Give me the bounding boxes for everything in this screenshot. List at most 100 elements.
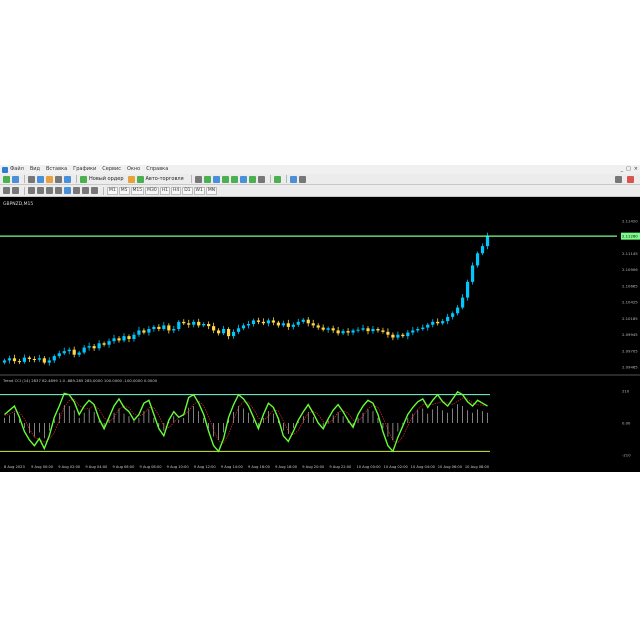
new-chart-icon[interactable] — [3, 175, 10, 183]
new-order-icon[interactable] — [80, 175, 87, 183]
candle-body — [391, 334, 395, 338]
candle-body — [321, 327, 325, 330]
cursor-icon[interactable] — [3, 187, 10, 194]
candle-body — [251, 320, 256, 324]
autoscroll-icon[interactable] — [248, 175, 256, 183]
candle-body — [371, 329, 375, 332]
candle-body — [192, 321, 196, 325]
fibo-icon[interactable] — [64, 187, 71, 194]
periods-icon[interactable] — [289, 175, 297, 183]
label-icon[interactable] — [82, 187, 89, 194]
zoom-in-icon[interactable] — [221, 175, 229, 183]
timeframe-m15[interactable]: M15 — [130, 186, 145, 195]
cci-tick-label: 210 — [622, 389, 630, 394]
menu-insert[interactable]: Вставка — [46, 165, 67, 174]
data-window-icon[interactable] — [37, 175, 44, 183]
candle-body — [276, 322, 280, 326]
new-order-button[interactable]: Новый ордер — [89, 176, 124, 182]
timeframe-m30[interactable]: M30 — [145, 186, 159, 195]
candle-body — [112, 338, 116, 342]
candle-body — [261, 321, 266, 324]
chart-area[interactable]: GBPNZD,M15 2.114202.113852.111452.109062… — [0, 197, 640, 472]
candle-body — [212, 326, 216, 331]
profiles-icon[interactable] — [12, 175, 19, 183]
time-tick-label: 9 Aug 10:00 — [167, 465, 190, 469]
candles-icon[interactable] — [203, 175, 211, 183]
bar-chart-icon[interactable] — [194, 175, 202, 183]
time-tick-label: 9 Aug 22:00 — [329, 465, 352, 469]
user-icon[interactable] — [627, 175, 634, 183]
candle-body — [411, 330, 415, 333]
cci-tick-label: 0.00 — [622, 421, 631, 426]
text-icon[interactable] — [73, 187, 80, 194]
time-tick-label: 9 Aug 06:00 — [112, 465, 135, 469]
candle-body — [122, 336, 126, 341]
candle-body — [336, 330, 340, 334]
crosshair-icon[interactable] — [12, 187, 19, 194]
templates-icon[interactable] — [298, 175, 306, 183]
menu-tools[interactable]: Сервис — [102, 165, 121, 174]
candle-body — [286, 323, 290, 327]
price-tick-label: 2.10906 — [622, 267, 638, 272]
tile-windows-icon[interactable] — [239, 175, 247, 183]
candle-body — [326, 328, 330, 330]
menu-view[interactable]: Вид — [30, 165, 40, 174]
candle-body — [301, 319, 305, 322]
candle-body — [7, 358, 12, 361]
candle-body — [172, 329, 176, 331]
timeframe-m5[interactable]: M5 — [118, 186, 130, 195]
candle-body — [2, 360, 7, 363]
search-icon[interactable] — [615, 175, 622, 183]
minimize-button[interactable]: _ — [621, 166, 624, 173]
auto-trading-button[interactable]: Авто-торговля — [146, 176, 184, 182]
zoom-out-icon[interactable] — [230, 175, 238, 183]
timeframe-w1[interactable]: W1 — [193, 186, 205, 195]
candle-body — [157, 326, 161, 329]
channel-icon[interactable] — [55, 187, 62, 194]
candle-body — [475, 253, 480, 266]
candle-body — [97, 343, 101, 349]
navigator-icon[interactable] — [46, 175, 53, 183]
window-controls: _ □ × — [621, 166, 638, 173]
arrows-icon[interactable] — [91, 187, 98, 194]
close-button[interactable]: × — [634, 166, 638, 173]
trendline-icon[interactable] — [46, 187, 53, 194]
candle-body — [485, 236, 490, 247]
metaeditor-icon[interactable] — [127, 175, 135, 183]
terminal-icon[interactable] — [55, 175, 62, 183]
candle-body — [401, 334, 405, 337]
candle-body — [17, 361, 22, 363]
tester-icon[interactable] — [64, 175, 71, 183]
indicator-label: Trend CCI (14) 2837 82.4899 1.0 -889.285… — [2, 378, 158, 383]
time-tick-label: 9 Aug 00:00 — [31, 465, 54, 469]
candle-body — [12, 358, 17, 362]
vertical-line-icon[interactable] — [28, 187, 35, 194]
timeframe-mn[interactable]: MN — [205, 186, 218, 195]
candle-body — [271, 320, 275, 323]
time-tick-label: 10 Aug 00:00 — [356, 465, 381, 469]
chart-shift-icon[interactable] — [257, 175, 265, 183]
time-tick-label: 10 Aug 02:00 — [384, 465, 409, 469]
maximize-button[interactable]: □ — [626, 166, 631, 173]
candle-body — [451, 313, 455, 317]
auto-trading-icon[interactable] — [136, 175, 144, 183]
horizontal-line-icon[interactable] — [37, 187, 44, 194]
timeframe-h1[interactable]: H1 — [159, 186, 170, 195]
candle-body — [416, 329, 420, 331]
time-tick-label: 10 Aug 04:00 — [411, 465, 436, 469]
menu-help[interactable]: Справка — [146, 165, 168, 174]
candle-body — [356, 329, 360, 331]
market-watch-icon[interactable] — [28, 175, 35, 183]
timeframe-m1[interactable]: M1 — [107, 186, 118, 195]
menu-window[interactable]: Окно — [127, 165, 140, 174]
timeframe-h4[interactable]: H4 — [170, 186, 182, 195]
candle-body — [62, 351, 66, 354]
candle-body — [406, 332, 410, 337]
menu-file[interactable]: Файл — [10, 165, 24, 174]
menu-charts[interactable]: Графики — [73, 165, 96, 174]
timeframe-d1[interactable]: D1 — [182, 186, 193, 195]
line-chart-icon[interactable] — [212, 175, 220, 183]
candle-body — [376, 329, 380, 331]
indicators-icon[interactable] — [273, 175, 281, 183]
candle-body — [296, 321, 300, 325]
